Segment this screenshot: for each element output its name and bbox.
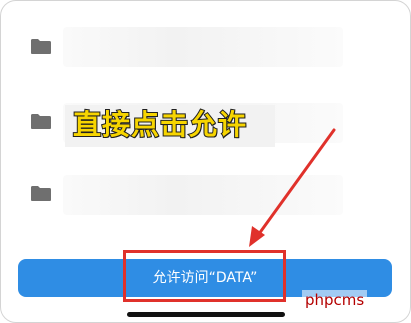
folder-list-item[interactable] bbox=[1, 11, 410, 81]
folder-list-item[interactable] bbox=[1, 159, 410, 229]
folder-icon bbox=[31, 186, 51, 201]
home-indicator bbox=[127, 312, 285, 317]
folder-access-dialog: 直接点击允许 允许访问“DATA” bbox=[0, 0, 411, 323]
folder-icon bbox=[31, 114, 51, 129]
annotation-label: 直接点击允许 bbox=[72, 107, 248, 142]
folder-icon bbox=[31, 39, 51, 54]
watermark: phpcms bbox=[302, 290, 368, 310]
